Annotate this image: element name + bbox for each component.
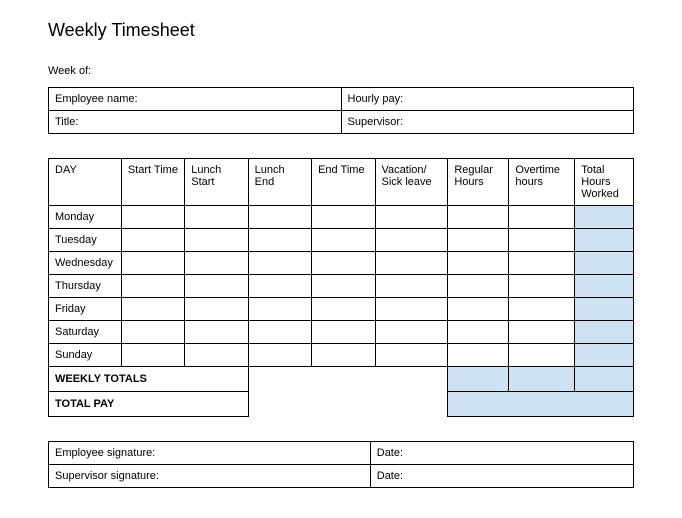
supervisor-date-cell: Date: xyxy=(370,465,633,488)
header-lunch-start: Lunch Start xyxy=(185,159,248,206)
start-time-cell xyxy=(121,206,184,229)
total-hours-cell xyxy=(575,252,634,275)
weekly-totals-label: WEEKLY TOTALS xyxy=(49,367,249,392)
table-row: Friday xyxy=(49,298,634,321)
table-row: Tuesday xyxy=(49,229,634,252)
table-row: Wednesday xyxy=(49,252,634,275)
total-hours-cell xyxy=(575,344,634,367)
header-overtime-hours: Overtime hours xyxy=(509,159,575,206)
table-row: Saturday xyxy=(49,321,634,344)
total-hours-cell xyxy=(575,298,634,321)
regular-hours-cell xyxy=(448,206,509,229)
hourly-pay-cell: Hourly pay: xyxy=(341,88,634,111)
day-cell: Wednesday xyxy=(49,252,122,275)
total-hours-cell xyxy=(575,229,634,252)
signature-table: Employee signature: Date: Supervisor sig… xyxy=(48,441,634,488)
lunch-start-cell xyxy=(185,206,248,229)
total-pay-row: TOTAL PAY xyxy=(49,392,634,417)
employee-name-cell: Employee name: xyxy=(49,88,342,111)
total-hours-cell xyxy=(575,206,634,229)
employee-signature-cell: Employee signature: xyxy=(49,442,371,465)
weekly-overtime-total xyxy=(509,367,575,392)
day-cell: Sunday xyxy=(49,344,122,367)
day-cell: Saturday xyxy=(49,321,122,344)
weekly-hours-total xyxy=(575,367,634,392)
supervisor-cell: Supervisor: xyxy=(341,111,634,134)
page-title: Weekly Timesheet xyxy=(48,20,634,41)
header-vacation-sick: Vacation/ Sick leave xyxy=(375,159,448,206)
header-regular-hours: Regular Hours xyxy=(448,159,509,206)
employee-date-cell: Date: xyxy=(370,442,633,465)
overtime-hours-cell xyxy=(509,206,575,229)
header-start-time: Start Time xyxy=(121,159,184,206)
day-cell: Friday xyxy=(49,298,122,321)
total-pay-label: TOTAL PAY xyxy=(49,392,249,417)
end-time-cell xyxy=(312,206,375,229)
total-hours-cell xyxy=(575,321,634,344)
day-cell: Tuesday xyxy=(49,229,122,252)
table-row: Sunday xyxy=(49,344,634,367)
supervisor-signature-cell: Supervisor signature: xyxy=(49,465,371,488)
header-lunch-end: Lunch End xyxy=(248,159,311,206)
day-cell: Thursday xyxy=(49,275,122,298)
header-end-time: End Time xyxy=(312,159,375,206)
day-cell: Monday xyxy=(49,206,122,229)
weekly-regular-total xyxy=(448,367,509,392)
table-header-row: DAY Start Time Lunch Start Lunch End End… xyxy=(49,159,634,206)
weekly-totals-row: WEEKLY TOTALS xyxy=(49,367,634,392)
header-day: DAY xyxy=(49,159,122,206)
total-pay-value xyxy=(448,392,634,417)
header-total-hours: Total Hours Worked xyxy=(575,159,634,206)
employee-info-table: Employee name: Hourly pay: Title: Superv… xyxy=(48,87,634,134)
week-of-label: Week of: xyxy=(48,65,634,77)
table-row: Monday xyxy=(49,206,634,229)
lunch-end-cell xyxy=(248,206,311,229)
table-row: Thursday xyxy=(49,275,634,298)
vacation-sick-cell xyxy=(375,206,448,229)
total-hours-cell xyxy=(575,275,634,298)
title-cell: Title: xyxy=(49,111,342,134)
timesheet-table: DAY Start Time Lunch Start Lunch End End… xyxy=(48,158,634,417)
